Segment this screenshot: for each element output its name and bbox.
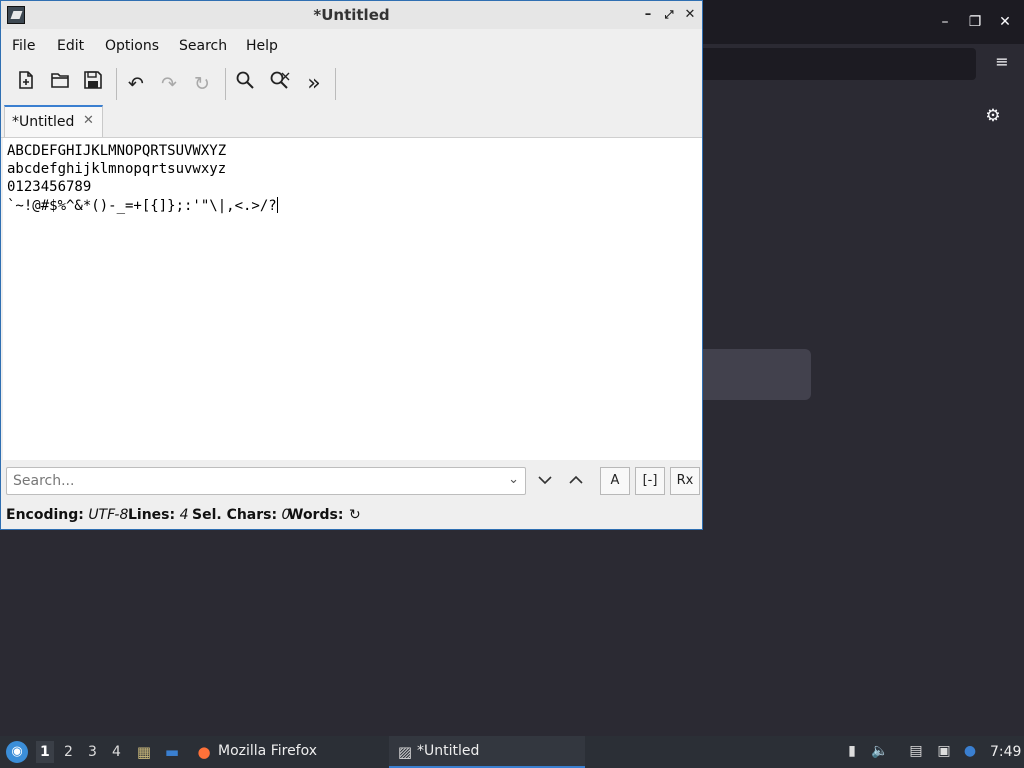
clipboard-icon[interactable]: ▤ (906, 743, 926, 759)
open-folder-icon[interactable] (45, 69, 75, 99)
status-sel-chars: Sel. Chars: 0 (192, 507, 291, 523)
show-desktop-icon[interactable]: ▬ (162, 742, 182, 762)
menu-file[interactable]: File (12, 38, 35, 54)
browser-navbar: ≡ (703, 44, 1024, 84)
browser-titlebar: – ❐ ✕ (703, 0, 1024, 44)
toolbar: ↶ ↷ ↻ » (1, 65, 702, 103)
search-bar: Search... ⌄ A [-] Rx (1, 461, 702, 501)
minimize-icon[interactable]: – (640, 7, 656, 23)
hamburger-menu-icon[interactable]: ≡ (990, 50, 1014, 74)
tab-untitled[interactable]: *Untitled ✕ (4, 105, 103, 137)
workspace-2[interactable]: 2 (64, 744, 73, 760)
toolbar-separator (116, 68, 117, 100)
more-icon[interactable]: » (299, 69, 329, 99)
menu-options[interactable]: Options (105, 38, 159, 54)
restore-icon[interactable]: ❐ (965, 12, 985, 32)
save-icon[interactable] (78, 69, 108, 99)
status-lines: Lines: 4 (128, 507, 189, 523)
task-firefox[interactable]: Mozilla Firefox (218, 743, 317, 759)
reload-icon: ↻ (194, 73, 210, 95)
search-input[interactable]: Search... ⌄ (6, 467, 526, 495)
match-case-button[interactable]: A (600, 467, 630, 495)
find-next-icon[interactable] (534, 470, 556, 492)
browser-card[interactable] (703, 349, 811, 400)
task-untitled-label: *Untitled (417, 743, 480, 759)
menu-edit[interactable]: Edit (57, 38, 84, 54)
close-icon[interactable]: ✕ (682, 7, 698, 23)
chevron-down-icon[interactable]: ⌄ (508, 472, 519, 487)
text-cursor (276, 197, 278, 213)
tab-bar: *Untitled ✕ (1, 105, 702, 138)
task-untitled-active[interactable]: ▨ *Untitled (389, 736, 585, 768)
taskbar: ◉ 1 2 3 4 ▦ ▬ ● Mozilla Firefox ▨ *Untit… (0, 736, 1024, 768)
text-line: abcdefghijklmnopqrtsuvwxyz (7, 161, 227, 177)
status-bar: Encoding: UTF-8 Lines: 4 Sel. Chars: 0 W… (1, 504, 702, 528)
workspace-4[interactable]: 4 (112, 744, 121, 760)
background-browser-window: – ❐ ✕ ≡ ⚙ (703, 0, 1024, 736)
redo-icon: ↷ (161, 73, 177, 95)
text-line: 0123456789 (7, 179, 92, 195)
regex-button[interactable]: Rx (670, 467, 700, 495)
tab-label: *Untitled (12, 114, 75, 130)
text-area[interactable]: ABCDEFGHIJKLMNOPQRTSUVWXYZ abcdefghijklm… (3, 138, 702, 460)
file-manager-icon[interactable]: ▦ (134, 742, 154, 762)
find-icon[interactable] (230, 69, 260, 99)
text-line-last: `~!@#$%^&*()-_=+[{]};:'"\|,<.>/? (7, 197, 278, 214)
status-encoding: Encoding: UTF-8 (6, 507, 129, 523)
tab-close-icon[interactable]: ✕ (83, 113, 94, 128)
battery-icon[interactable]: ▮ (842, 743, 862, 759)
undo-icon[interactable]: ↶ (121, 69, 151, 99)
workspace-1[interactable]: 1 (36, 741, 54, 763)
volume-icon[interactable]: 🔈 (870, 743, 890, 759)
minimize-icon[interactable]: – (935, 12, 955, 32)
new-file-icon[interactable] (11, 69, 41, 99)
maximize-icon[interactable]: ⤢ (661, 7, 677, 23)
menu-help[interactable]: Help (246, 38, 278, 54)
notification-icon[interactable]: ● (960, 743, 980, 759)
network-icon[interactable]: ▣ (934, 743, 954, 759)
toolbar-separator (225, 68, 226, 100)
menu-search[interactable]: Search (179, 38, 227, 54)
find-replace-icon[interactable] (265, 69, 295, 99)
search-placeholder: Search... (13, 473, 75, 489)
whole-word-button[interactable]: [-] (635, 467, 665, 495)
text-line-content: `~!@#$%^&*()-_=+[{]};:'"\|,<.>/? (7, 198, 277, 214)
start-menu-icon[interactable]: ◉ (6, 741, 28, 763)
find-previous-icon[interactable] (565, 470, 587, 492)
status-words: Words: (288, 507, 344, 523)
firefox-icon[interactable]: ● (194, 742, 214, 762)
menu-bar: File Edit Options Search Help (1, 31, 702, 61)
close-icon[interactable]: ✕ (995, 12, 1015, 32)
clock[interactable]: 7:49 (990, 744, 1021, 760)
refresh-word-count-icon[interactable]: ↻ (349, 507, 361, 523)
gear-icon[interactable]: ⚙ (981, 104, 1005, 128)
workspace-3[interactable]: 3 (88, 744, 97, 760)
text-editor-icon: ▨ (397, 743, 413, 761)
toolbar-separator (335, 68, 336, 100)
window-title: *Untitled (313, 6, 390, 24)
url-bar[interactable] (703, 48, 976, 80)
text-editor-window: *Untitled – ⤢ ✕ File Edit Options Search… (0, 0, 703, 530)
text-line: ABCDEFGHIJKLMNOPQRTSUVWXYZ (7, 143, 227, 159)
window-titlebar[interactable]: *Untitled – ⤢ ✕ (1, 1, 702, 29)
